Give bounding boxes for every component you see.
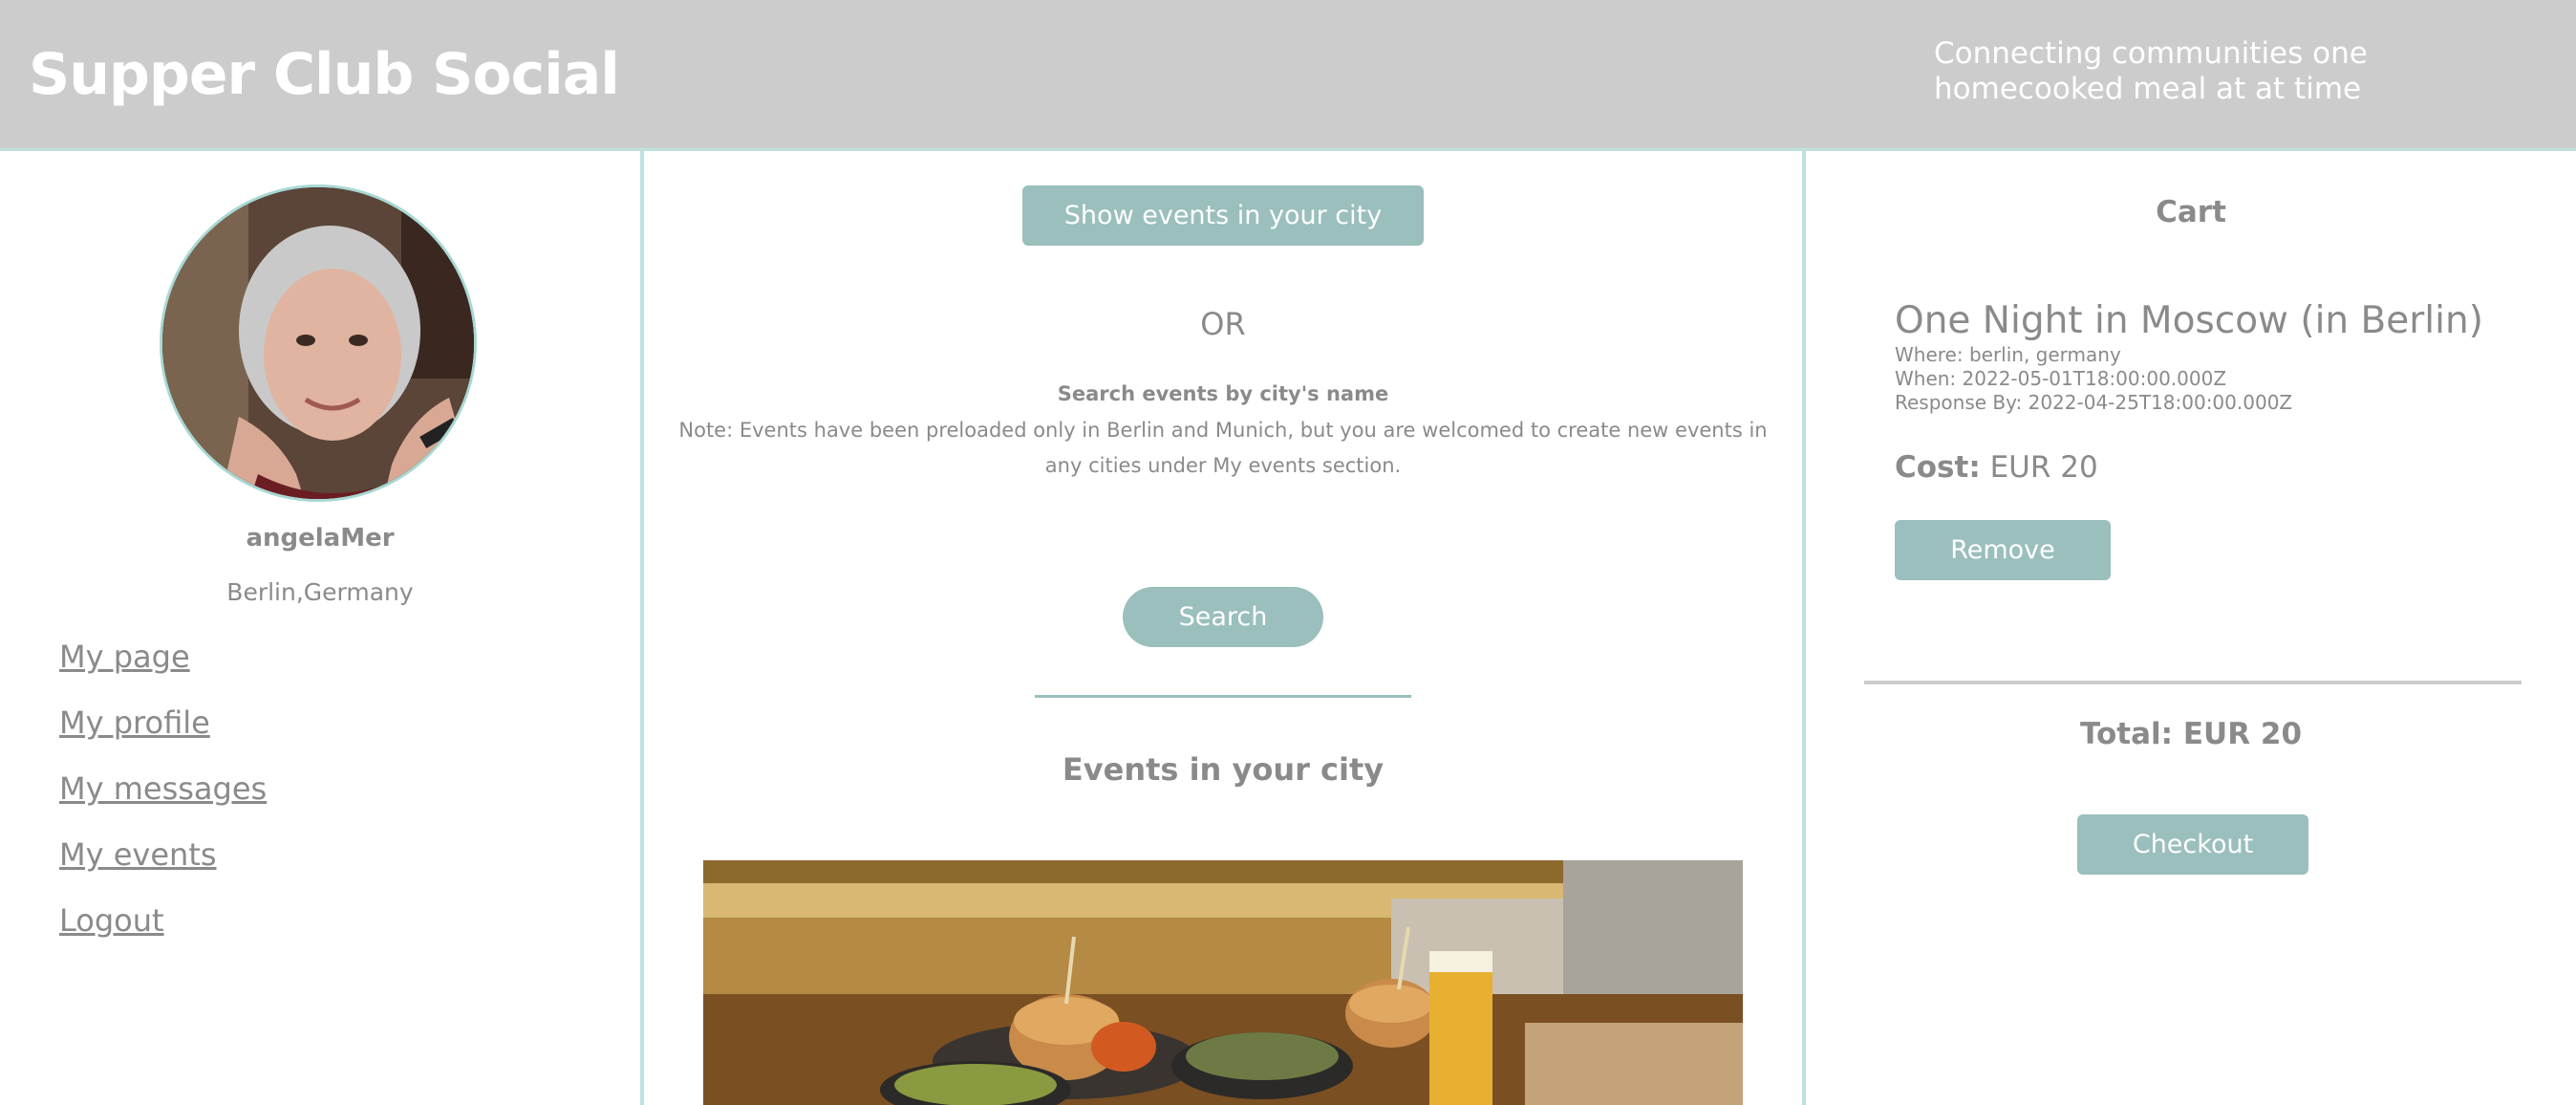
cart-title: Cart [2156,195,2226,229]
cart-total: Total: EUR 20 [2079,717,2303,751]
cart-divider [1864,681,2522,684]
cart-item-response-by: Response By: 2022-04-25T18:00:00.000Z [1895,391,2293,414]
events-in-city-title: Events in your city [1062,751,1385,788]
tagline: Connecting communities one homecooked me… [1934,36,2368,106]
nav-logout[interactable]: Logout [59,902,164,939]
avatar-photo [162,187,474,499]
nav-my-page[interactable]: My page [59,639,190,675]
checkout-button[interactable]: Checkout [2077,814,2308,875]
username: angelaMer [246,524,395,552]
cart-item-name: One Night in Moscow (in Berlin) [1895,299,2483,342]
show-events-in-city-button[interactable]: Show events in your city [1022,185,1424,246]
main-content: Show events in your city OR Search event… [644,151,1802,1105]
search-button[interactable]: Search [1123,587,1323,647]
search-note: Note: Events have been preloaded only in… [678,419,1768,477]
search-title: Search events by city's name [1057,382,1389,405]
remove-button[interactable]: Remove [1895,520,2111,580]
event-food-photo [703,860,1743,1105]
cost-value: EUR 20 [1989,450,2098,485]
cost-label: Cost: [1895,450,1981,485]
cart-item-when: When: 2022-05-01T18:00:00.000Z [1895,367,2227,390]
nav-my-profile[interactable]: My profile [59,704,210,741]
event-image[interactable] [703,860,1743,1105]
cart-panel: Cart One Night in Moscow (in Berlin) Whe… [1806,151,2576,1105]
cart-item-where: Where: berlin, germany [1895,343,2121,366]
user-city: Berlin,Germany [226,578,414,606]
city-search-input[interactable] [1035,656,1411,698]
sidebar: angelaMer Berlin,Germany My page My prof… [0,151,640,1105]
cart-item-cost: Cost: EUR 20 [1895,450,2098,485]
avatar [160,184,477,502]
header: Supper Club Social Connecting communitie… [0,0,2576,151]
brand-title[interactable]: Supper Club Social [29,36,620,113]
or-separator: OR [1200,306,1246,342]
nav-my-events[interactable]: My events [59,836,217,873]
nav-my-messages[interactable]: My messages [59,770,267,807]
